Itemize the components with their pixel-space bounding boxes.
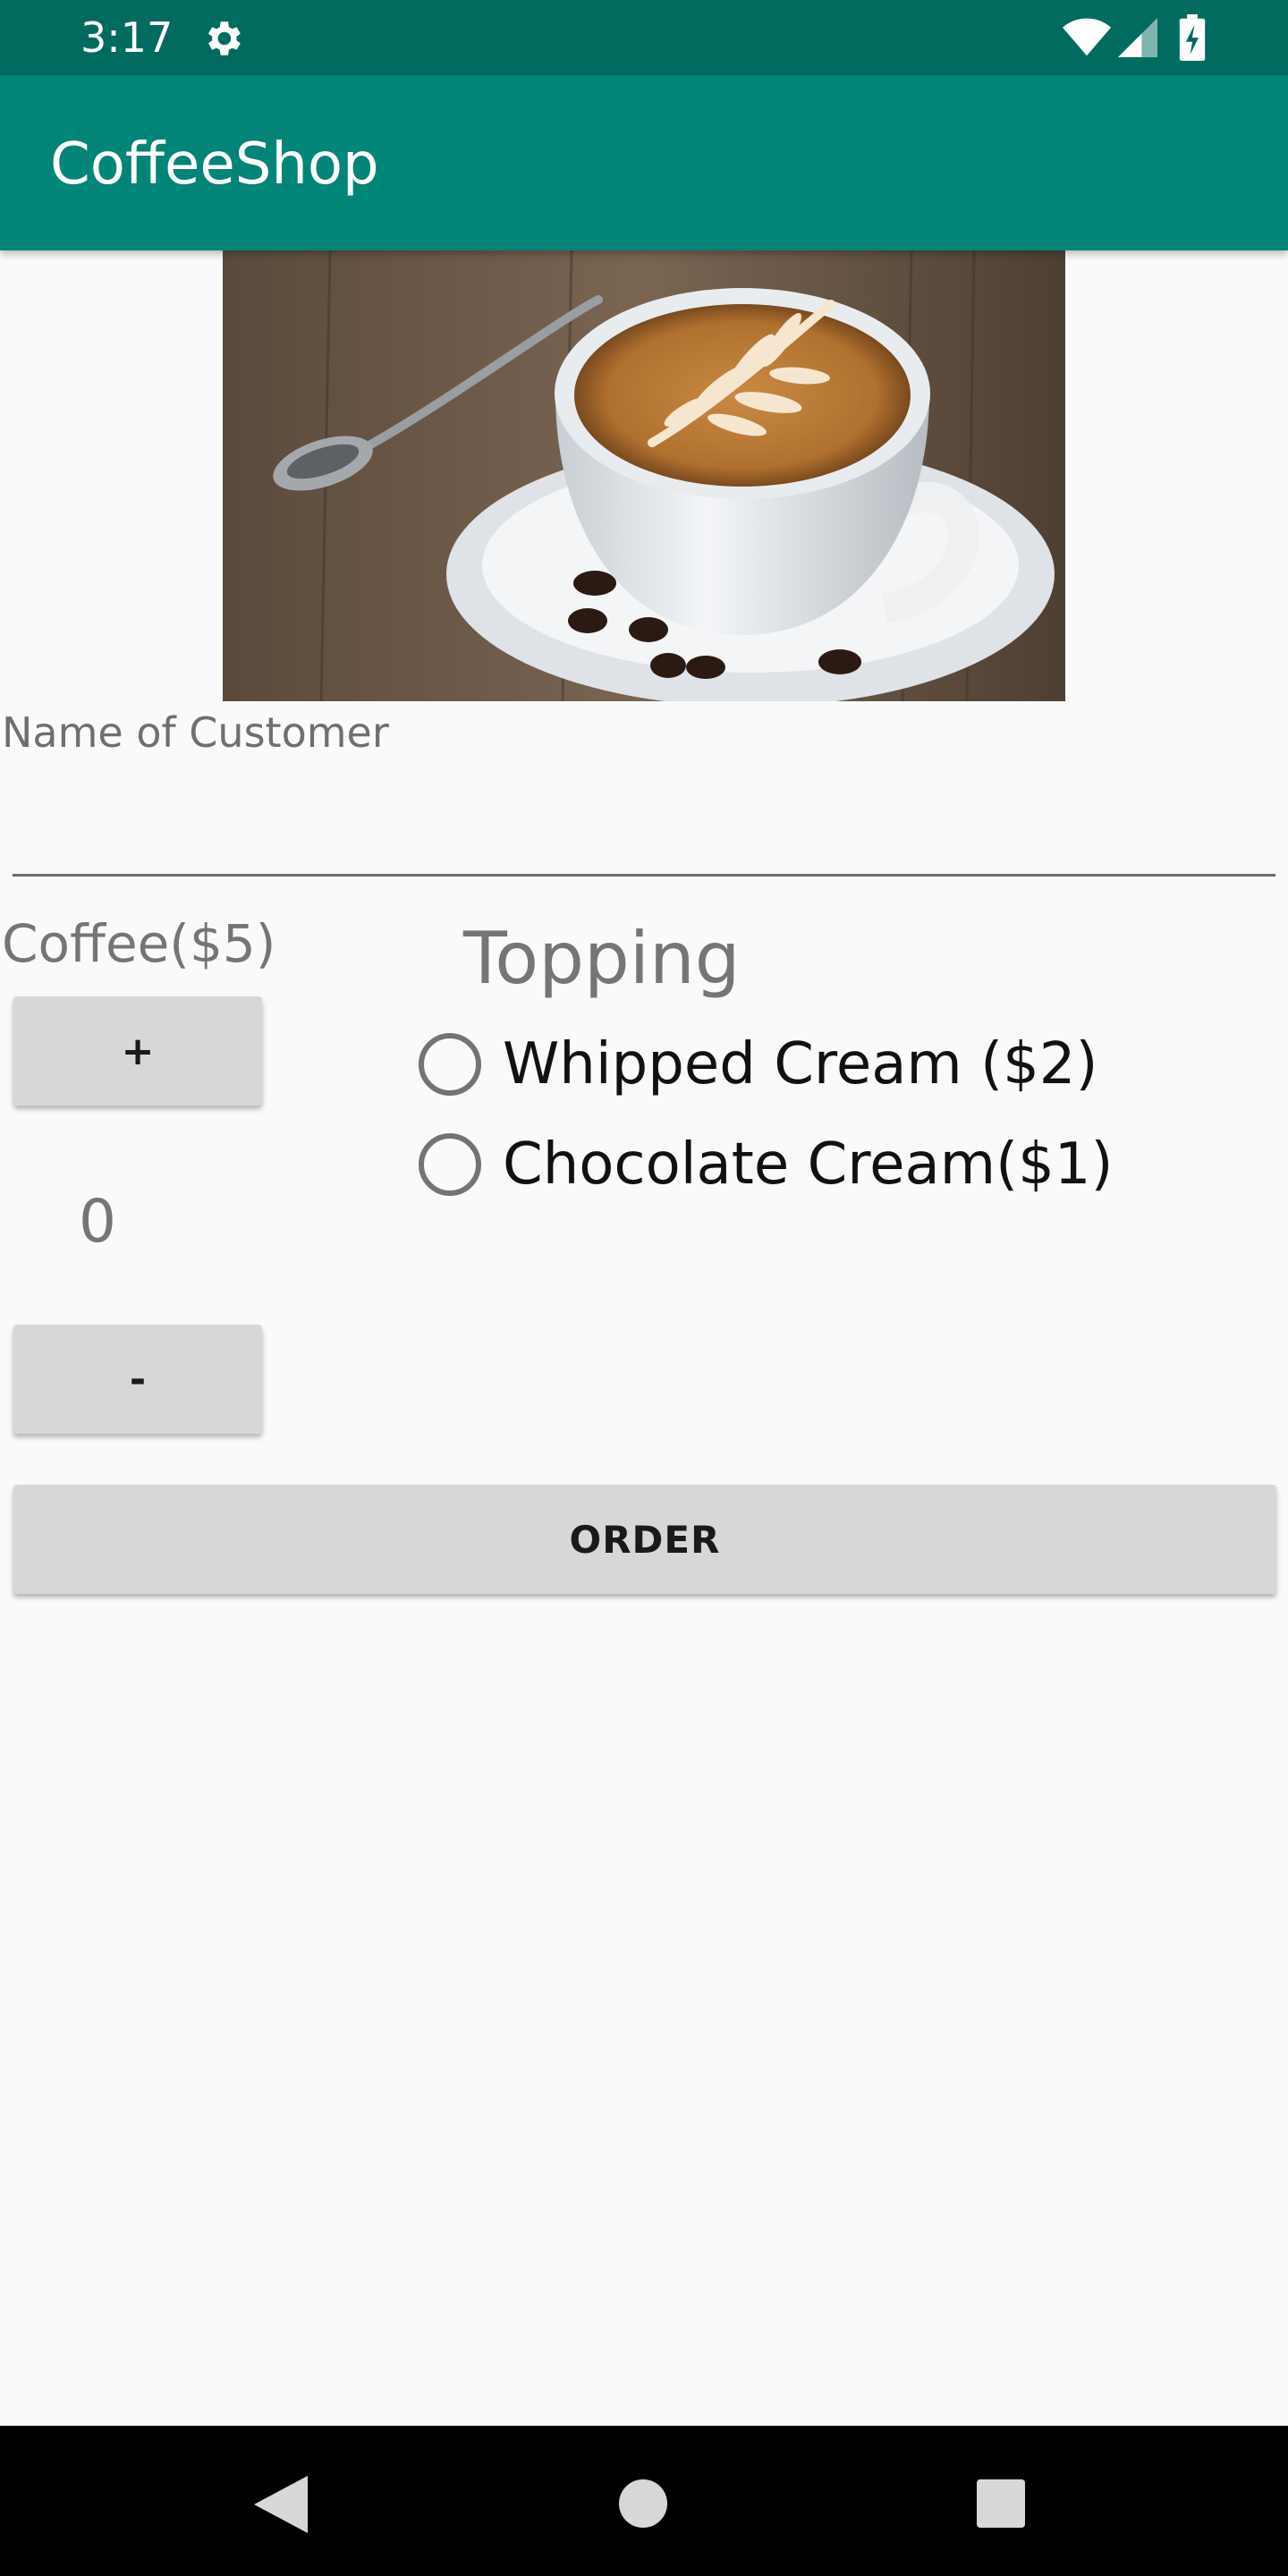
app-title: CoffeeShop bbox=[50, 131, 379, 198]
status-bar: 3:17 bbox=[0, 0, 1288, 75]
app-bar: CoffeeShop bbox=[0, 75, 1288, 250]
radio-whipped-cream[interactable]: Whipped Cream ($2) bbox=[419, 1029, 1097, 1100]
order-button[interactable]: ORDER bbox=[13, 1485, 1276, 1594]
battery-charging-icon bbox=[1179, 14, 1206, 61]
radio-chocolate-cream[interactable]: Chocolate Cream($1) bbox=[419, 1129, 1113, 1200]
quantity-value: 0 bbox=[79, 1187, 116, 1256]
increment-button[interactable]: + bbox=[13, 996, 262, 1106]
radio-label: Whipped Cream ($2) bbox=[503, 1031, 1098, 1097]
coffee-cup-photo bbox=[223, 250, 1065, 701]
coffee-cup-image bbox=[223, 250, 1065, 701]
coffee-price-label: Coffee($5) bbox=[2, 913, 276, 974]
gear-icon bbox=[208, 21, 241, 55]
recent-apps-icon[interactable] bbox=[977, 2479, 1025, 2528]
radio-unchecked-icon[interactable] bbox=[419, 1033, 481, 1096]
topping-title: Topping bbox=[463, 917, 741, 1000]
customer-name-input[interactable] bbox=[13, 787, 1275, 877]
decrement-button[interactable]: - bbox=[13, 1325, 262, 1434]
radio-unchecked-icon[interactable] bbox=[419, 1133, 481, 1196]
wifi-icon bbox=[1063, 18, 1111, 56]
signal-icon bbox=[1118, 18, 1157, 57]
customer-name-label: Name of Customer bbox=[2, 708, 389, 757]
radio-label: Chocolate Cream($1) bbox=[503, 1131, 1114, 1198]
status-time: 3:17 bbox=[80, 13, 174, 62]
navigation-bar bbox=[0, 2426, 1288, 2576]
back-icon[interactable] bbox=[254, 2476, 308, 2533]
home-icon[interactable] bbox=[619, 2479, 667, 2528]
